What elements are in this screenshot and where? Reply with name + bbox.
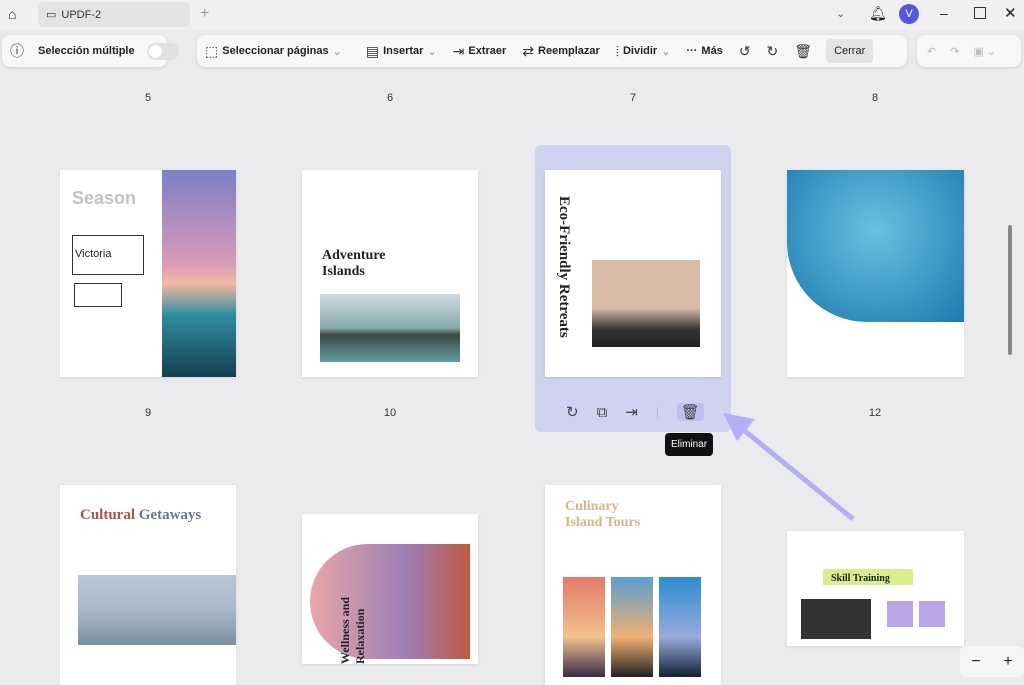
thumb-title: Island Tours xyxy=(565,515,641,530)
scrollbar[interactable] xyxy=(1008,225,1012,355)
close-button[interactable]: Cerrar xyxy=(826,39,874,63)
page-thumbnail-10[interactable]: Adventure Islands xyxy=(302,170,478,377)
thumb-title: Skill Training xyxy=(831,573,890,584)
rotate-page-button[interactable]: ↻ xyxy=(566,403,579,421)
minimize-button[interactable]: – xyxy=(940,5,948,21)
extract-icon: ⇥ xyxy=(452,42,465,59)
insert-button[interactable]: ▤ Insertar ⌄ xyxy=(358,43,445,60)
arrow-annotation xyxy=(723,413,855,521)
beach-image xyxy=(659,577,701,677)
extract-button[interactable]: ⇥ Extraer xyxy=(445,43,515,60)
select-pages-button[interactable]: ⬚ Seleccionar páginas ⌄ xyxy=(197,43,350,60)
page-thumbnail-14[interactable]: Wellness and Relaxation xyxy=(302,514,478,664)
more-icon: ··· xyxy=(686,45,698,57)
multi-select-toggle[interactable] xyxy=(146,42,179,60)
extract-page-button[interactable]: ⇥ xyxy=(625,403,638,421)
page-thumbnail-9[interactable]: Season Victoria xyxy=(60,170,236,377)
page-number: 10 xyxy=(383,407,397,419)
divider: | xyxy=(655,406,659,418)
rotate-left-button[interactable]: ↺ xyxy=(731,43,759,60)
redo-button[interactable]: ↷ xyxy=(950,45,959,58)
page-thumbnail-13[interactable]: Cultural Getaways xyxy=(60,485,236,685)
page-thumbnail-16[interactable]: Skill Training xyxy=(787,531,964,646)
food-image xyxy=(563,577,605,677)
duplicate-page-button[interactable]: ⧉ xyxy=(597,404,608,421)
tooltip: Eliminar xyxy=(665,433,714,456)
document-tab[interactable]: ▭ UPDF-2 xyxy=(38,2,190,27)
bell-icon[interactable]: 🔔︎ xyxy=(869,5,887,22)
thumb-title: Islands xyxy=(322,264,365,279)
thumb-title: Wellness and Relaxation xyxy=(338,596,367,664)
island-image xyxy=(320,294,460,362)
insert-icon: ▤ xyxy=(365,42,380,59)
home-icon[interactable]: ⌂ xyxy=(8,6,16,22)
new-tab-button[interactable]: + xyxy=(200,5,209,23)
undo-button[interactable]: ↶ xyxy=(927,45,936,58)
thumb-name: Victoria xyxy=(72,235,144,275)
zoom-out-button[interactable]: − xyxy=(971,653,980,671)
delete-page-button[interactable]: 🗑︎ xyxy=(676,403,704,421)
torii-image xyxy=(78,575,236,645)
page-actions: ↻ ⧉ ⇥ | 🗑︎ xyxy=(566,403,704,421)
page-number: 8 xyxy=(871,92,879,104)
monitor-icon: ▭ xyxy=(46,9,57,21)
close-window-button[interactable]: ✕ xyxy=(1004,4,1017,22)
page-number: 9 xyxy=(144,407,152,419)
delete-button[interactable]: 🗑︎ xyxy=(786,43,820,60)
thumb-title: Season xyxy=(72,188,137,208)
thumb-title: Culinary xyxy=(565,499,619,514)
avatar[interactable]: V xyxy=(899,4,919,24)
rocks-image xyxy=(592,260,700,347)
palm-image xyxy=(611,577,653,677)
chalkboard-image xyxy=(801,599,871,639)
more-button[interactable]: ··· Más xyxy=(678,45,730,57)
zoom-in-button[interactable]: + xyxy=(1003,653,1012,671)
thumb-box xyxy=(74,283,122,307)
photo xyxy=(887,601,913,627)
maximize-button[interactable] xyxy=(974,7,986,19)
cursor-icon: ⬚ xyxy=(205,42,219,59)
split-icon: ⦙ xyxy=(615,42,619,59)
wellness-image xyxy=(310,544,470,659)
thumb-title: Adventure xyxy=(322,248,386,263)
page-toolbar: ⬚ Seleccionar páginas ⌄ ▤ Insertar ⌄ ⇥ Extrae… xyxy=(197,35,907,67)
thumb-title: Getaways xyxy=(138,507,202,523)
rotate-right-button[interactable]: ↻ xyxy=(759,43,787,60)
page-number: 12 xyxy=(868,407,882,419)
photo xyxy=(919,601,945,627)
chevron-down-icon[interactable]: ⌄ xyxy=(836,7,845,20)
save-button[interactable]: ▣ ⌄ xyxy=(973,45,996,58)
replace-icon: ⇄ xyxy=(522,42,535,59)
sunset-image xyxy=(162,170,236,377)
page-thumbnail-12[interactable] xyxy=(787,170,964,377)
thumb-title: Eco-Friendly Retreats xyxy=(556,196,572,338)
thumb-title: Cultural xyxy=(80,507,136,523)
multi-select-bar: ⓘ Selección múltiple xyxy=(2,35,179,67)
history-bar: ↶ ↷ ▣ ⌄ xyxy=(917,35,1021,67)
page-number: 7 xyxy=(629,92,637,104)
diver-image xyxy=(787,170,964,322)
page-thumbnail-15[interactable]: Culinary Island Tours xyxy=(545,485,721,685)
page-number: 5 xyxy=(144,92,152,104)
replace-button[interactable]: ⇄ Reemplazar xyxy=(514,43,608,60)
help-icon[interactable]: ⓘ xyxy=(10,41,24,61)
zoom-controls: − + xyxy=(960,646,1024,677)
split-button[interactable]: ⦙ Dividir ⌄ xyxy=(608,43,679,60)
page-number: 6 xyxy=(386,92,394,104)
page-thumbnail-11[interactable]: Eco-Friendly Retreats xyxy=(545,170,721,377)
